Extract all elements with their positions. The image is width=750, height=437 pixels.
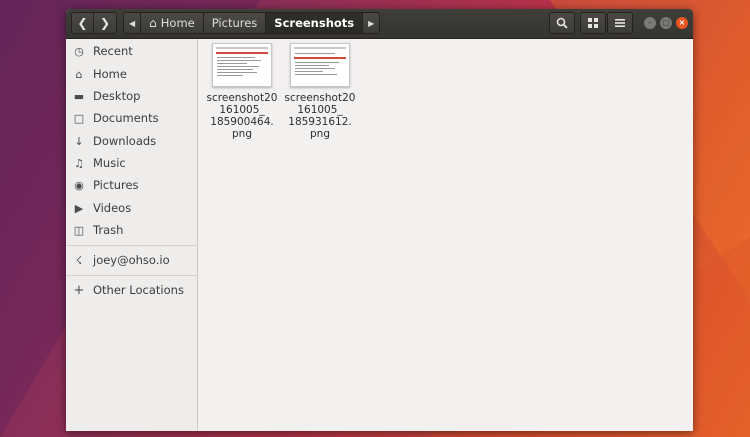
clock-icon: ◷ [74, 44, 84, 58]
forward-button[interactable]: ❯ [94, 12, 117, 34]
sidebar-item-documents[interactable]: □ Documents [66, 107, 197, 129]
sidebar-item-downloads[interactable]: ↓ Downloads [66, 130, 197, 152]
sidebar-separator [66, 245, 197, 246]
header-bar: ❮ ❯ ◀ ⌂ Home Pictures Screenshots ▶ – □ … [66, 9, 693, 39]
file-view: screenshot20 161005_ 185900464. png scre… [198, 39, 693, 431]
sidebar-item-trash[interactable]: ◫ Trash [66, 219, 197, 241]
small-chevron-left-icon: ◀ [129, 18, 136, 28]
breadcrumb-screenshots[interactable]: Screenshots [266, 12, 364, 34]
chevron-right-icon: ❯ [99, 16, 111, 30]
sidebar-item-label: Music [93, 156, 126, 170]
file-item[interactable]: screenshot20 161005_ 185931612. png [283, 43, 357, 140]
sidebar-item-pictures[interactable]: ◉ Pictures [66, 174, 197, 196]
sidebar-item-recent[interactable]: ◷ Recent [66, 40, 197, 62]
breadcrumb-label: Home [160, 16, 195, 30]
file-thumbnail [212, 43, 272, 87]
camera-icon: ◉ [74, 178, 84, 192]
breadcrumb-home[interactable]: ⌂ Home [141, 12, 204, 34]
sidebar-item-label: Pictures [93, 178, 139, 192]
sidebar-item-desktop[interactable]: ▬ Desktop [66, 85, 197, 107]
trash-icon: ◫ [73, 223, 85, 237]
sidebar-item-label: Recent [93, 44, 133, 58]
video-icon: ▶ [74, 201, 84, 215]
folder-icon: ▬ [73, 89, 85, 103]
document-icon: □ [73, 111, 85, 125]
network-server-icon: ☇ [75, 253, 83, 267]
path-bar: ◀ ⌂ Home Pictures Screenshots ▶ [123, 12, 381, 34]
view-toggle-button[interactable] [580, 12, 606, 34]
file-thumbnail [290, 43, 350, 87]
sidebar-item-label: Downloads [93, 134, 157, 148]
sidebar-item-label: Other Locations [93, 283, 184, 297]
breadcrumb-label: Pictures [211, 16, 258, 30]
close-icon: × [678, 18, 686, 27]
sidebar-item-music[interactable]: ♫ Music [66, 152, 197, 174]
minimize-icon: – [648, 18, 652, 27]
sidebar-item-home[interactable]: ⌂ Home [66, 63, 197, 85]
sidebar-item-other-locations[interactable]: + Other Locations [66, 279, 197, 301]
file-name: screenshot20 161005_ 185900464. png [206, 92, 278, 140]
search-icon [556, 17, 568, 29]
home-icon: ⌂ [149, 16, 157, 30]
plus-icon: + [73, 282, 85, 298]
file-name: screenshot20 161005_ 185931612. png [284, 92, 356, 140]
minimize-button[interactable]: – [644, 17, 656, 29]
download-icon: ↓ [74, 134, 84, 148]
sidebar-item-label: joey@ohso.io [93, 253, 170, 267]
sidebar-separator [66, 275, 197, 276]
sidebar-item-label: Videos [93, 201, 132, 215]
menu-button[interactable] [607, 12, 633, 34]
places-sidebar: ◷ Recent ⌂ Home ▬ Desktop □ Documents ↓ … [66, 39, 198, 431]
sidebar-item-videos[interactable]: ▶ Videos [66, 197, 197, 219]
search-button[interactable] [549, 12, 575, 34]
sidebar-item-label: Trash [93, 223, 124, 237]
sidebar-item-label: Documents [93, 111, 159, 125]
home-icon: ⌂ [75, 67, 83, 81]
music-note-icon: ♫ [74, 156, 84, 170]
back-button[interactable]: ❮ [71, 12, 94, 34]
file-manager-window: ❮ ❯ ◀ ⌂ Home Pictures Screenshots ▶ – □ … [66, 9, 693, 431]
sidebar-item-network-server[interactable]: ☇ joey@ohso.io [66, 249, 197, 271]
maximize-button[interactable]: □ [660, 17, 672, 29]
breadcrumb-pictures[interactable]: Pictures [203, 12, 267, 34]
view-grid-icon [588, 18, 598, 28]
maximize-icon: □ [662, 18, 670, 27]
sidebar-item-label: Desktop [93, 89, 141, 103]
breadcrumb-label: Screenshots [274, 16, 355, 30]
close-button[interactable]: × [676, 17, 688, 29]
path-scroll-left-button[interactable]: ◀ [123, 12, 142, 34]
sidebar-item-label: Home [93, 67, 127, 81]
path-scroll-right-button[interactable]: ▶ [363, 12, 381, 34]
chevron-left-icon: ❮ [77, 16, 88, 30]
small-chevron-right-icon: ▶ [368, 18, 375, 28]
hamburger-menu-icon [615, 19, 625, 27]
file-item[interactable]: screenshot20 161005_ 185900464. png [205, 43, 279, 140]
